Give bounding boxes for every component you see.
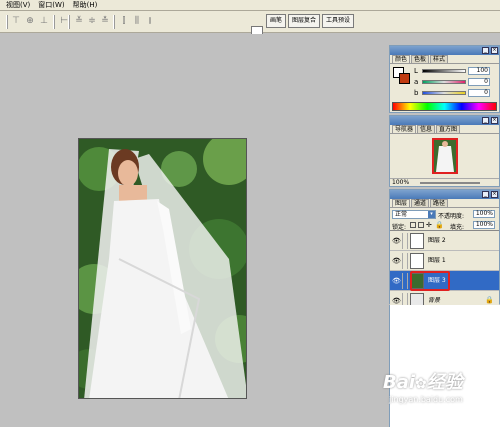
lock-pixels-icon[interactable] (418, 222, 424, 228)
navigator-thumbnail[interactable] (432, 138, 458, 174)
close-icon[interactable]: × (491, 117, 498, 124)
b-value-field[interactable]: 0 (468, 89, 490, 97)
panel-titlebar[interactable]: _ × (390, 116, 499, 125)
blend-mode-select[interactable]: 正常 ▾ (392, 210, 436, 219)
annotation-highlight-box (410, 271, 450, 291)
options-bar: ⊤ ⊕ ⊥ ⊢ ≚ ≑ ≛ ⫿ ⫼ ⫾ (0, 11, 500, 38)
document-image[interactable] (78, 138, 247, 399)
well-tab-tool-presets[interactable]: 工具预设 (322, 14, 355, 28)
channel-label-b: b (414, 89, 419, 97)
l-value-field[interactable]: 100 (468, 67, 490, 75)
fill-field[interactable]: 100% (473, 221, 495, 229)
tab-histogram[interactable]: 直方图 (436, 125, 461, 133)
distribute-bottom-icon[interactable]: ≛ (99, 16, 111, 27)
distribute-hcenter-icon[interactable]: ⫼ (131, 16, 143, 27)
tab-info[interactable]: 信息 (417, 125, 436, 133)
watermark-brand-text-2: 经验 (426, 372, 463, 393)
align-vcenter-icon[interactable]: ⊕ (24, 16, 36, 27)
toolbar-grip (6, 15, 8, 29)
layer-name: 图层 2 (428, 237, 446, 244)
layers-list: 👁 图层 2 👁 图层 1 👁 图层 3 👁 背景 🔒 (390, 230, 499, 311)
a-slider-track[interactable] (422, 80, 466, 84)
palette-well: 画笔 图层复合 工具预设 (266, 14, 355, 28)
tab-paths[interactable]: 路径 (430, 199, 449, 207)
well-tab-layer-comps[interactable]: 图层复合 (288, 14, 321, 28)
watermark-brand: Bai✿经验 (383, 372, 498, 395)
menu-help[interactable]: 帮助(H) (69, 0, 102, 10)
layer-link-cell[interactable] (402, 253, 408, 269)
tab-swatches[interactable]: 色板 (411, 55, 430, 63)
opacity-field[interactable]: 100% (473, 210, 495, 218)
bride-photo-image (79, 139, 246, 398)
blend-mode-value: 正常 (395, 211, 408, 218)
lock-position-icon[interactable]: ✛ (426, 221, 432, 229)
background-color-swatch[interactable] (399, 73, 410, 84)
channel-label-l: L (414, 67, 418, 75)
layer-thumbnail (410, 253, 424, 269)
navigator-panel-tabs: 导航器 信息 直方图 (390, 125, 499, 134)
distribute-left-icon[interactable]: ⫿ (118, 16, 130, 27)
menu-bar: 视图(V) 窗口(W) 帮助(H) (0, 0, 500, 11)
minimize-icon[interactable]: _ (482, 47, 489, 54)
layers-panel: _ × 图层 通道 路径 正常 ▾ 不透明度: 100% 锁定: ✛ 🔒 填充:… (389, 189, 500, 311)
color-panel: _ × 颜色 色板 样式 L 100 a 0 b 0 (389, 45, 500, 113)
minimize-icon[interactable]: _ (482, 191, 489, 198)
b-slider-track[interactable] (422, 91, 466, 95)
lock-all-icon[interactable]: 🔒 (435, 221, 444, 229)
eye-icon[interactable]: 👁 (392, 237, 401, 245)
chevron-down-icon: ▾ (428, 211, 435, 218)
layer-name: 图层 1 (428, 257, 446, 264)
l-slider-track[interactable] (422, 69, 466, 73)
watermark-brand-text: Bai (383, 372, 416, 393)
paintbrush-icon[interactable] (402, 273, 408, 289)
close-icon[interactable]: × (491, 191, 498, 198)
eye-icon[interactable]: 👁 (392, 297, 401, 305)
tab-layers[interactable]: 图层 (392, 199, 411, 207)
layer-row-2[interactable]: 👁 图层 2 (390, 231, 499, 251)
panel-titlebar[interactable]: _ × (390, 46, 499, 55)
layer-row-3[interactable]: 👁 图层 3 (390, 271, 499, 291)
navigator-footer: 100% (390, 178, 499, 186)
color-panel-tabs: 颜色 色板 样式 (390, 55, 499, 64)
tab-channels[interactable]: 通道 (411, 199, 430, 207)
watermark-url: jingyan.baidu.com (389, 395, 463, 404)
a-value-field[interactable]: 0 (468, 78, 490, 86)
navigator-panel: _ × 导航器 信息 直方图 100% (389, 115, 500, 187)
distribute-vcenter-icon[interactable]: ≑ (86, 16, 98, 27)
minimize-icon[interactable]: _ (482, 117, 489, 124)
distribute-right-icon[interactable]: ⫾ (144, 16, 156, 27)
menu-view[interactable]: 视图(V) (2, 0, 34, 10)
color-ramp[interactable] (392, 102, 497, 111)
layers-panel-tabs: 图层 通道 路径 (390, 199, 499, 208)
align-top-icon[interactable]: ⊤ (10, 16, 22, 27)
toolbar-separator (53, 15, 55, 29)
baidu-watermark: Bai✿经验 jingyan.baidu.com (383, 372, 498, 422)
layer-name: 背景 (428, 297, 441, 304)
well-tab-brushes[interactable]: 画笔 (266, 14, 287, 28)
layer-link-cell[interactable] (402, 233, 408, 249)
lock-transparency-icon[interactable] (410, 222, 416, 228)
distribute-top-icon[interactable]: ≚ (73, 16, 85, 27)
layer-thumbnail (410, 233, 424, 249)
menu-window[interactable]: 窗口(W) (34, 0, 68, 10)
opacity-label: 不透明度: (438, 213, 465, 220)
tab-styles[interactable]: 样式 (430, 55, 449, 63)
panel-titlebar[interactable]: _ × (390, 190, 499, 199)
toolbar-separator (68, 15, 70, 29)
zoom-slider[interactable] (420, 182, 480, 184)
tab-color[interactable]: 颜色 (392, 55, 411, 63)
eye-icon[interactable]: 👁 (392, 257, 401, 265)
toolbar-separator (113, 15, 115, 29)
align-bottom-icon[interactable]: ⊥ (38, 16, 50, 27)
tab-navigator[interactable]: 导航器 (392, 125, 417, 133)
zoom-level[interactable]: 100% (392, 179, 409, 187)
eye-icon[interactable]: 👁 (392, 277, 401, 285)
channel-label-a: a (414, 78, 419, 86)
navigator-preview-image (434, 140, 456, 172)
close-icon[interactable]: × (491, 47, 498, 54)
layer-row-1[interactable]: 👁 图层 1 (390, 251, 499, 271)
lock-icon: 🔒 (485, 296, 494, 304)
paw-icon: ✿ (415, 376, 427, 392)
